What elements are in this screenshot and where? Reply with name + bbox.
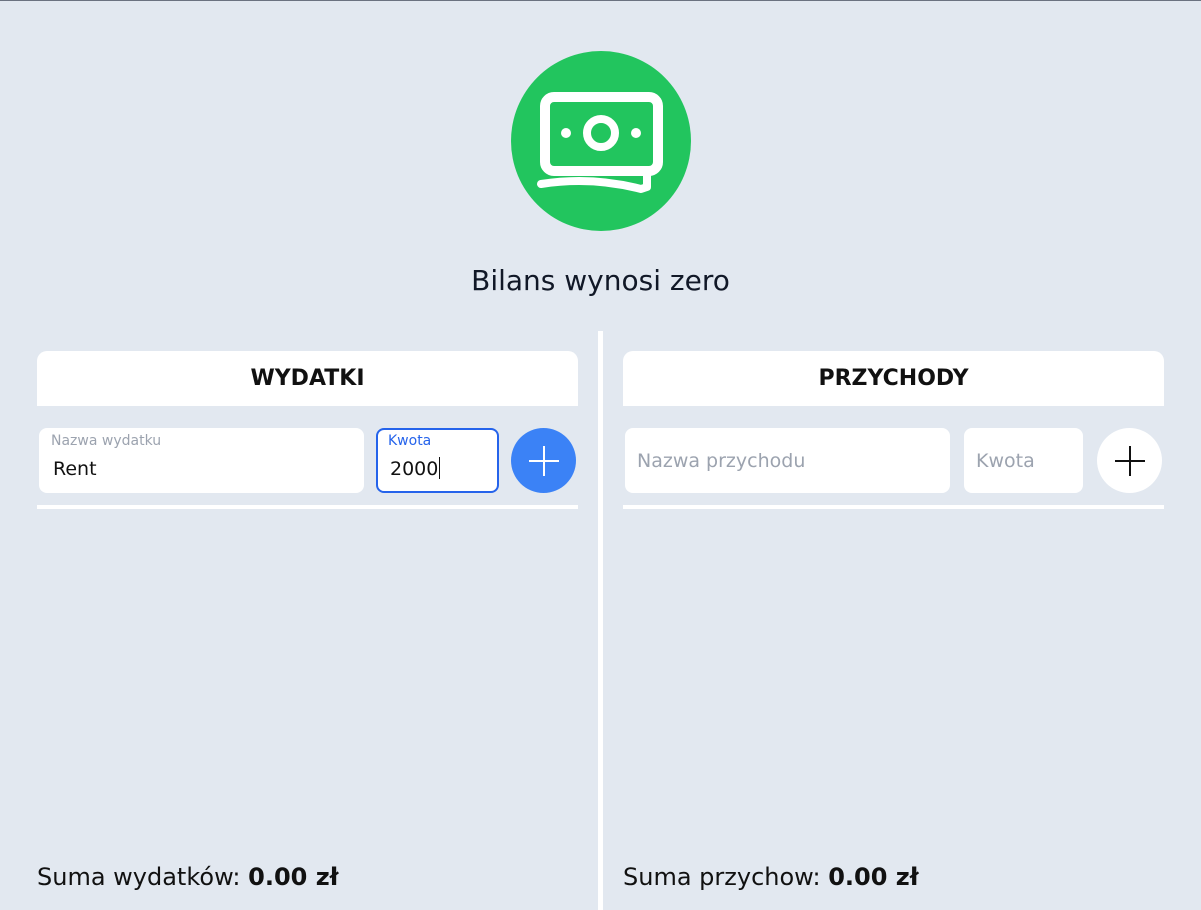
- add-income-button[interactable]: [1097, 428, 1162, 493]
- income-amount-placeholder: Kwota: [976, 450, 1035, 472]
- plus-icon: [1114, 445, 1145, 476]
- top-border: [0, 0, 1201, 1]
- text-caret: [439, 456, 441, 479]
- income-name-input[interactable]: Nazwa przychodu: [625, 428, 950, 493]
- expense-amount-label: Kwota: [388, 433, 432, 449]
- income-header: PRZYCHODY: [623, 351, 1164, 406]
- income-sum-label: Suma przychow:: [623, 863, 821, 891]
- income-sum: Suma przychow: 0.00 zł: [623, 863, 919, 891]
- add-expense-button[interactable]: [511, 428, 576, 493]
- expense-amount-value: 2000: [390, 458, 439, 480]
- column-divider: [598, 331, 603, 910]
- expenses-sum-label: Suma wydatków:: [37, 863, 241, 891]
- expense-name-input[interactable]: Nazwa wydatku Rent: [39, 428, 364, 493]
- expense-amount-input[interactable]: Kwota 2000: [376, 428, 499, 493]
- income-name-placeholder: Nazwa przychodu: [637, 450, 806, 472]
- expenses-separator: [37, 505, 578, 509]
- expense-name-value: Rent: [53, 458, 97, 480]
- expenses-header: WYDATKI: [37, 351, 578, 406]
- expense-name-label: Nazwa wydatku: [51, 433, 162, 449]
- balance-status: Bilans wynosi zero: [471, 264, 730, 297]
- income-sum-value: 0.00 zł: [828, 863, 919, 891]
- money-bill-icon: [537, 92, 663, 193]
- app-logo: [511, 51, 691, 231]
- expenses-sum: Suma wydatków: 0.00 zł: [37, 863, 339, 891]
- income-separator: [623, 505, 1164, 509]
- plus-icon: [528, 445, 559, 476]
- expenses-sum-value: 0.00 zł: [248, 863, 339, 891]
- income-amount-input[interactable]: Kwota: [964, 428, 1083, 493]
